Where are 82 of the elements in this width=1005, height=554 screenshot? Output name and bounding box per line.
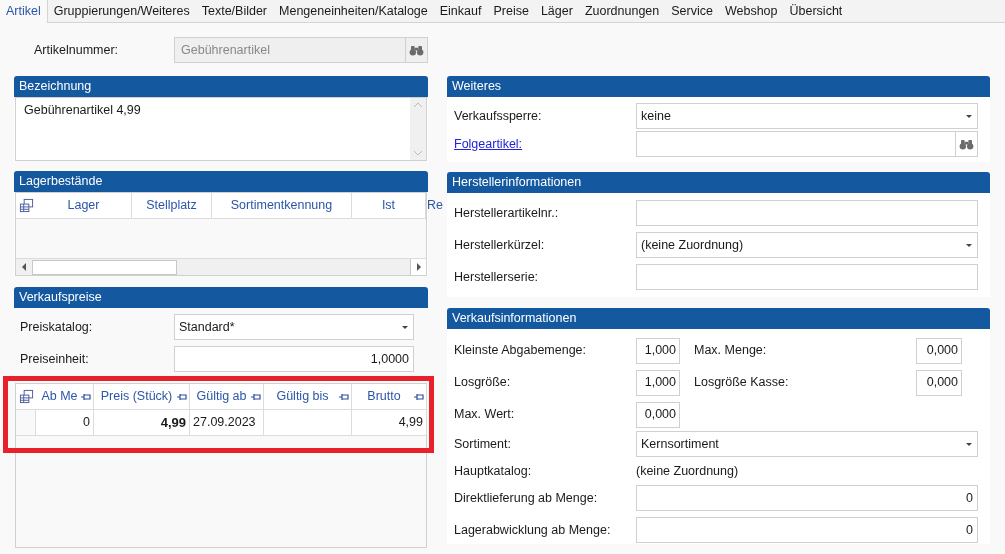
number-field[interactable]: 0 [636,517,978,543]
field-label: Preiseinheit: [20,351,89,366]
pin-icon [414,392,424,401]
lookup-field[interactable] [636,131,978,157]
pin-icon [81,392,91,401]
dropdown-caret-icon [966,243,972,247]
dropdown[interactable]: (keine Zuordnung) [636,232,978,258]
panel-title: Lagerbestände [19,173,103,191]
tab[interactable]: Läger [534,0,579,22]
number-field[interactable]: 1,0000 [174,346,414,372]
dropdown[interactable]: Kernsortiment [636,431,978,457]
pin-icon [177,392,187,401]
pin-icon [339,392,349,401]
text-field[interactable] [636,264,978,290]
tab[interactable]: Einkauf [433,0,488,22]
scroll-down-icon [414,151,422,156]
dropdown-caret-icon [402,325,408,329]
text-field[interactable] [636,200,978,226]
tab[interactable]: Texte/Bilder [195,0,273,22]
tab[interactable]: Artikel [0,0,48,23]
field-label: Max. Menge: [694,343,767,358]
number-field[interactable]: 0 [636,485,978,511]
tab[interactable]: Zuordnungen [578,0,666,22]
dropdown-caret-icon [966,114,972,118]
field-label: Sortiment: [454,436,511,451]
panel-title: Bezeichnung [19,78,92,96]
table-cell: 0 [36,410,94,435]
dropdown[interactable]: keine [636,103,978,129]
tab[interactable]: Preise [487,0,535,22]
table-cell: 27.09.2023 [190,410,264,435]
tab[interactable]: Mengeneinheiten/Kataloge [273,0,434,22]
column-header[interactable]: Ist [352,193,426,218]
column-header[interactable]: Lager [36,193,132,218]
dropdown-caret-icon [966,442,972,446]
field-label: Direktlieferung ab Menge: [454,490,598,505]
field-label: Max. Wert: [454,407,515,422]
panel-title: Verkaufsinformationen [452,310,577,328]
column-header[interactable]: Gültig ab [190,384,264,409]
field-label: Herstellerartikelnr.: [454,205,559,220]
number-field[interactable]: 0,000 [916,369,962,396]
field-label: Lagerabwicklung ab Menge: [454,522,611,537]
scroll-thumb[interactable] [32,259,177,275]
horizontal-scrollbar[interactable] [16,258,426,275]
panel-title: Weiteres [452,78,502,96]
tab[interactable]: Webshop [718,0,784,22]
binoculars-icon [409,44,424,56]
scrollbar[interactable] [410,98,426,160]
number-field[interactable]: 0,000 [916,337,962,364]
tab[interactable]: Übersicht [783,0,849,22]
field-label: Preiskatalog: [20,319,93,334]
number-field[interactable]: 1,000 [636,369,680,396]
column-header[interactable]: Preis (Stück) [94,384,190,409]
field-label: Kleinste Abgabemenge: [454,343,587,358]
field-value: (keine Zuordnung) [636,462,739,480]
text-area[interactable]: Gebührenartikel 4,99 [15,97,427,161]
tab[interactable]: Service [665,0,719,22]
column-header[interactable]: Re [426,193,444,218]
scroll-up-icon [414,102,422,107]
number-field[interactable]: 1,000 [636,337,680,364]
field-label: Herstellerserie: [454,269,539,284]
field-label: Hauptkatalog: [454,463,532,478]
number-field[interactable]: 0,000 [636,401,680,428]
field-label: Verkaufssperre: [454,108,542,123]
field-label: Losgröße: [454,375,511,390]
field-label: Losgröße Kasse: [694,375,789,390]
dropdown[interactable]: Standard* [174,314,414,340]
link[interactable]: Folgeartikel: [454,136,523,151]
column-header[interactable]: Brutto [352,384,427,409]
column-header[interactable]: Stellplatz [132,193,212,218]
row-header[interactable] [16,410,36,435]
field-label: Artikelnummer: [34,41,120,59]
column-header[interactable]: Gültig bis [264,384,352,409]
column-header[interactable]: Ab Me [36,384,94,409]
tab[interactable]: Gruppierungen/Weiteres [47,0,196,22]
panel-title: Herstellerinformationen [452,174,582,192]
pin-icon [251,392,261,401]
binoculars-icon [959,138,974,150]
column-header[interactable]: Sortimentkennung [212,193,352,218]
field-label: Herstellerkürzel: [454,237,545,252]
table-cell: 4,99 [352,410,427,435]
table-cell: 4,99 [94,410,190,435]
panel-title: Verkaufspreise [19,289,102,307]
